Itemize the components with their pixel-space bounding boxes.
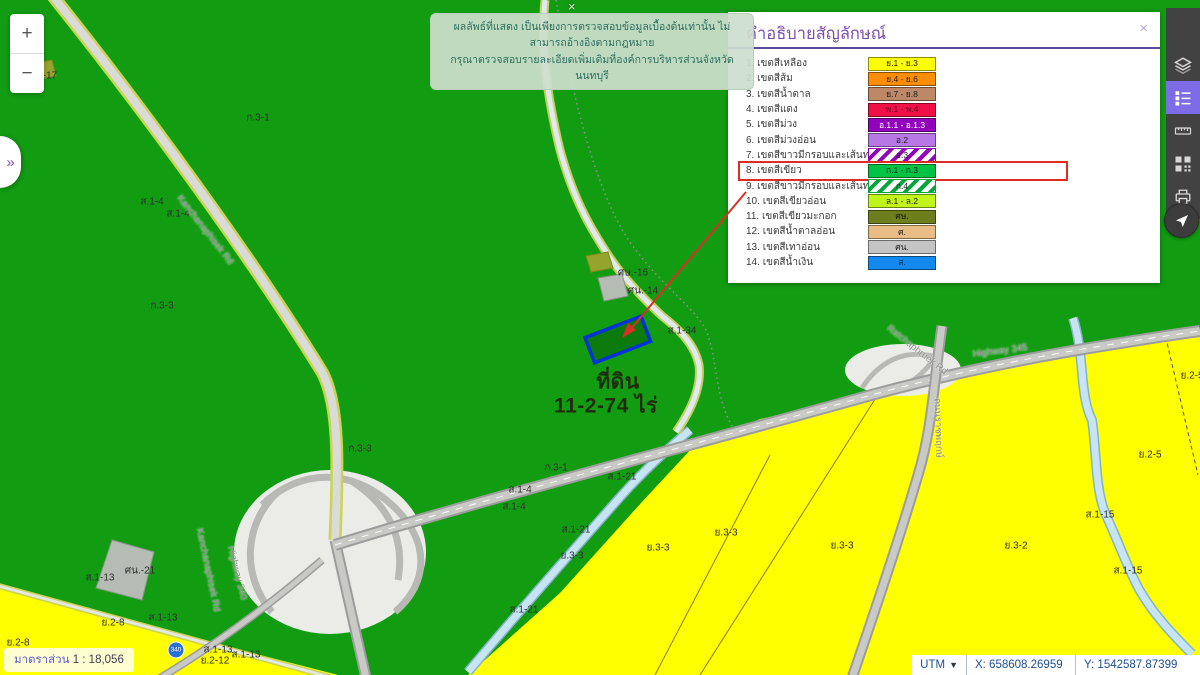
- legend-item: 11. เขตสีเขียวมะกอก ศษ.: [728, 209, 1160, 224]
- banner-close-icon[interactable]: ×: [568, 0, 576, 14]
- zoom-out-button[interactable]: −: [10, 54, 44, 93]
- legend-color-swatch: ล.1 - ล.2: [868, 194, 936, 208]
- coordinate-y: Y: 1542587.87399: [1075, 655, 1200, 675]
- legend-title: คำอธิบายสัญลักษณ์: [746, 21, 886, 47]
- legend-item: 2. เขตสีส้ม ย.4 - ย.6: [728, 71, 1160, 86]
- legend-item: 10. เขตสีเขียวอ่อน ล.1 - ล.2: [728, 194, 1160, 209]
- qr-code-icon[interactable]: [1166, 147, 1200, 180]
- legend-color-swatch: ก.1 - ก.3: [868, 164, 936, 178]
- legend-list-icon[interactable]: [1166, 81, 1200, 114]
- legend-color-swatch: ส.: [868, 256, 936, 270]
- legend-item: 7. เขตสีขาวมีกรอบและเส้นทแยงสีม่วง อ.3: [728, 148, 1160, 163]
- legend-color-swatch: พ.1 - พ.4: [868, 103, 936, 117]
- locate-arrow-icon[interactable]: [1164, 203, 1199, 238]
- legend-item: 12. เขตสีน้ำตาลอ่อน ศ.: [728, 224, 1160, 239]
- legend-item: 1. เขตสีเหลือง ย.1 - ย.3: [728, 56, 1160, 71]
- legend-items: 1. เขตสีเหลือง ย.1 - ย.3 2. เขตสีส้ม ย.4…: [728, 56, 1160, 270]
- legend-color-swatch: ศน.: [868, 240, 936, 254]
- scale-indicator: มาตราส่วน 1 : 18,056: [4, 648, 134, 672]
- legend-item: 3. เขตสีน้ำตาล ย.7 - ย.8: [728, 87, 1160, 102]
- legend-item: 5. เขตสีม่วง อ.1.1 - อ.1.3: [728, 117, 1160, 132]
- legend-item: 9. เขตสีขาวมีกรอบและเส้นทแยงสีเขียว ก.4: [728, 178, 1160, 193]
- legend-color-swatch: อ.2: [868, 133, 936, 147]
- land-use-map-app: { "banner": { "close": "×", "line1": "ผล…: [0, 0, 1200, 675]
- gray-parcel: [598, 274, 628, 301]
- legend-item: 14. เขตสีน้ำเงิน ส.: [728, 255, 1160, 270]
- legend-color-swatch: ย.4 - ย.6: [868, 72, 936, 86]
- zoom-in-button[interactable]: +: [10, 14, 44, 53]
- legend-item: 4. เขตสีแดง พ.1 - พ.4: [728, 102, 1160, 117]
- right-toolbar: [1166, 8, 1200, 219]
- banner-line-1: ผลลัพธ์ที่แสดง เป็นเพียงการตรวจสอบข้อมูล…: [439, 19, 745, 52]
- legend-color-swatch: ก.4: [868, 179, 936, 193]
- scale-label: มาตราส่วน: [14, 654, 69, 666]
- legend-divider: [728, 47, 1160, 49]
- chevron-down-icon: ▼: [949, 660, 958, 670]
- legend-item: 8. เขตสีเขียว ก.1 - ก.3: [728, 163, 1160, 178]
- legend-item: 13. เขตสีเทาอ่อน ศน.: [728, 240, 1160, 255]
- coordinate-bar: UTM▼ X: 658608.26959 Y: 1542587.87399: [912, 655, 1200, 675]
- olive-parcel: [586, 252, 613, 272]
- legend-item: 6. เขตสีม่วงอ่อน อ.2: [728, 132, 1160, 147]
- legend-color-swatch: ย.7 - ย.8: [868, 87, 936, 101]
- coordinate-x: X: 658608.26959: [966, 655, 1075, 675]
- coordinate-system-select[interactable]: UTM▼: [912, 655, 966, 675]
- measure-icon[interactable]: [1166, 114, 1200, 147]
- scale-value: 1 : 18,056: [73, 654, 124, 666]
- legend-panel: คำอธิบายสัญลักษณ์ × 1. เขตสีเหลือง ย.1 -…: [728, 12, 1160, 283]
- disclaimer-banner: ผลลัพธ์ที่แสดง เป็นเพียงการตรวจสอบข้อมูล…: [430, 13, 754, 90]
- banner-line-2: กรุณาตรวจสอบรายละเอียดเพิ่มเติมที่องค์กา…: [439, 52, 745, 85]
- legend-color-swatch: อ.1.1 - อ.1.3: [868, 118, 936, 132]
- zoom-control: + −: [10, 14, 44, 93]
- legend-color-swatch: ย.1 - ย.3: [868, 57, 936, 71]
- legend-color-swatch: ศ.: [868, 225, 936, 239]
- legend-color-swatch: อ.3: [868, 148, 936, 162]
- legend-close-icon[interactable]: ×: [1139, 20, 1148, 37]
- layers-icon[interactable]: [1166, 48, 1200, 81]
- legend-color-swatch: ศษ.: [868, 210, 936, 224]
